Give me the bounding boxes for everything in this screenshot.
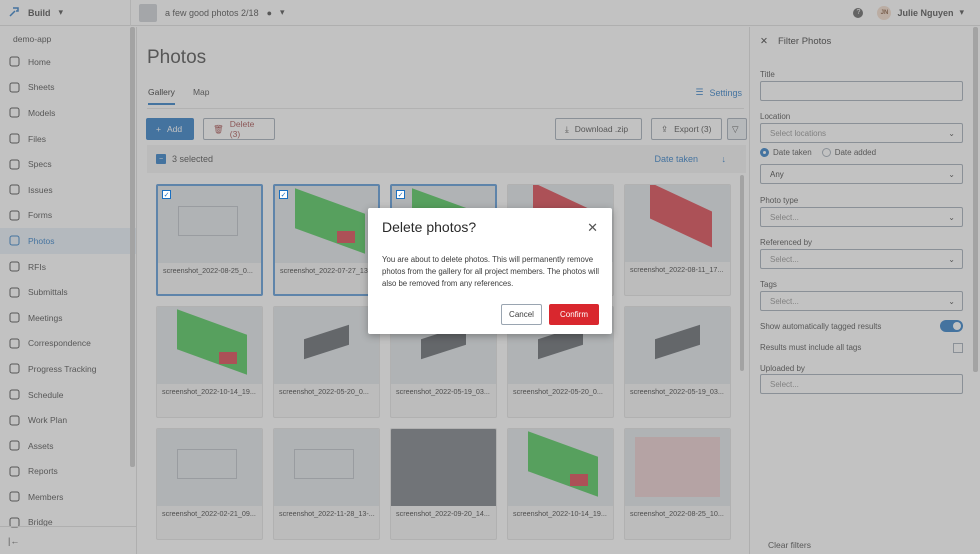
photo-checkbox[interactable]: ✓ [396, 190, 405, 199]
cancel-button[interactable]: Cancel [501, 304, 542, 325]
photo-checkbox[interactable]: ✓ [279, 190, 288, 199]
delete-dialog: Delete photos? ✕ You are about to delete… [368, 208, 612, 334]
dialog-title: Delete photos? [382, 219, 477, 235]
close-icon[interactable]: ✕ [587, 220, 598, 236]
photo-checkbox[interactable]: ✓ [162, 190, 171, 199]
confirm-button[interactable]: Confirm [549, 304, 599, 325]
dialog-message: You are about to delete photos. This wil… [382, 255, 599, 288]
